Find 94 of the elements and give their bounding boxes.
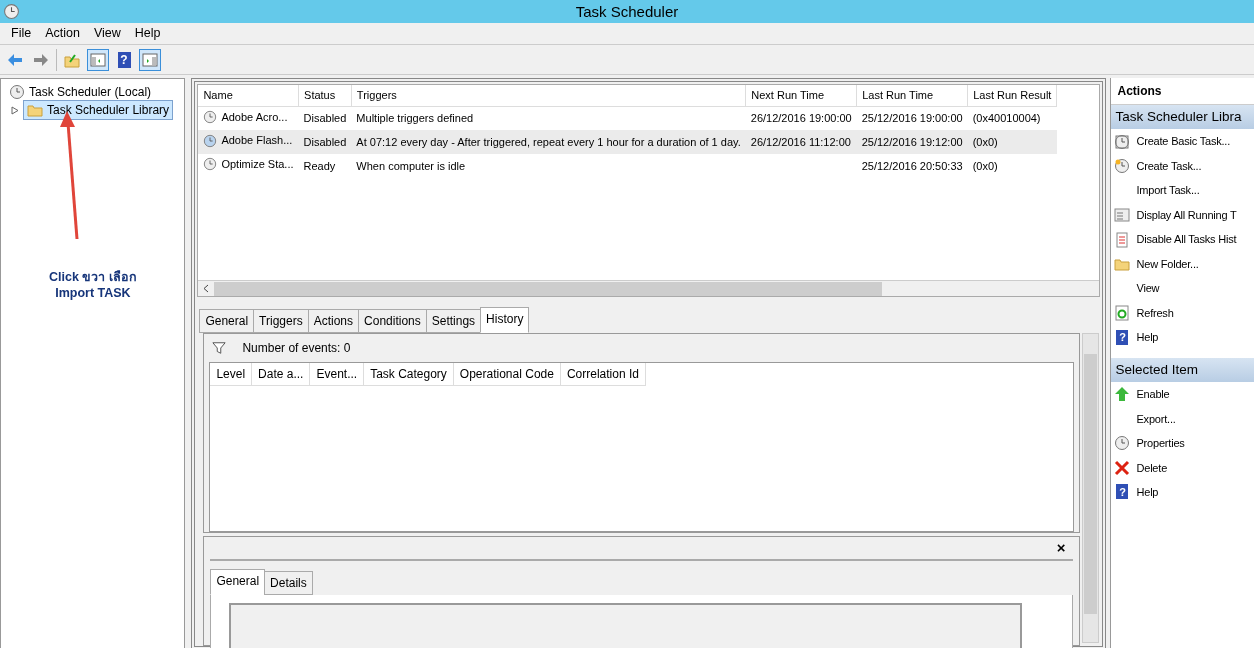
tab[interactable]: Actions bbox=[307, 309, 360, 333]
tab[interactable]: Settings bbox=[425, 309, 482, 333]
pane-command[interactable]: Import Task... bbox=[1136, 182, 1200, 199]
column-header[interactable]: Level bbox=[210, 363, 252, 386]
menu-item[interactable]: Help bbox=[127, 24, 168, 43]
clock-icon bbox=[1114, 133, 1131, 150]
vertical-scrollbar[interactable] bbox=[1082, 333, 1100, 643]
pane-command[interactable]: Disable All Tasks Hist bbox=[1136, 231, 1237, 248]
pane-command[interactable]: Enable bbox=[1136, 386, 1170, 403]
menu-item[interactable]: View bbox=[86, 24, 128, 43]
annotation-text: Import TASK bbox=[54, 285, 132, 301]
column-header[interactable]: Operational Code bbox=[453, 363, 561, 386]
folder-icon bbox=[27, 102, 43, 118]
pane-command[interactable]: Help bbox=[1136, 329, 1159, 346]
pane-icon bbox=[90, 51, 106, 68]
column-header[interactable]: Task Category bbox=[363, 363, 454, 386]
column-header[interactable]: Event... bbox=[309, 363, 364, 386]
pane-icon bbox=[142, 51, 158, 68]
table-cell: 25/12/2016 19:12:00 bbox=[861, 135, 963, 148]
tab[interactable]: Details bbox=[264, 571, 313, 595]
tab[interactable]: Conditions bbox=[358, 309, 427, 333]
clock-icon bbox=[203, 157, 218, 172]
table-cell: When computer is idle bbox=[356, 159, 466, 172]
tab[interactable]: General bbox=[199, 309, 255, 333]
table-cell: Ready bbox=[303, 159, 336, 172]
help-icon: ? bbox=[1116, 484, 1129, 500]
column-header[interactable]: Name bbox=[198, 85, 299, 106]
table-cell: (0x40010004) bbox=[972, 112, 1041, 125]
clock-icon bbox=[9, 84, 25, 100]
clock-icon bbox=[1114, 158, 1131, 174]
table-cell: Disabled bbox=[303, 112, 347, 125]
pane-command[interactable]: Create Basic Task... bbox=[1136, 133, 1231, 150]
horizontal-scrollbar[interactable] bbox=[198, 280, 1100, 296]
toolbar-button[interactable] bbox=[87, 48, 109, 71]
pane-command[interactable]: Refresh bbox=[1136, 304, 1174, 322]
pane-command[interactable]: New Folder... bbox=[1136, 255, 1199, 273]
expand-arrow-icon[interactable] bbox=[11, 105, 19, 115]
scroll-left-icon[interactable] bbox=[203, 284, 210, 293]
table-cell: (0x0) bbox=[972, 159, 998, 172]
tab[interactable]: Triggers bbox=[253, 309, 309, 333]
task-row[interactable]: Adobe Acro... Disabled Multiple triggers defined 26/12/2016 19:00:00 25/12/2016 19:00:00 (0x40010004) bbox=[198, 106, 1057, 131]
column-header[interactable]: Next Run Time bbox=[745, 85, 857, 106]
column-header[interactable]: Last Run Result bbox=[967, 85, 1057, 106]
menu-item[interactable]: Action bbox=[38, 24, 87, 43]
annotation-text: Click ขวา เลือก bbox=[49, 269, 137, 285]
clock-icon bbox=[203, 109, 218, 124]
clock-icon bbox=[203, 133, 218, 148]
section-header[interactable]: Task Scheduler Libra bbox=[1111, 105, 1254, 130]
event-count: Number of events: 0 bbox=[242, 340, 351, 357]
close-button[interactable]: × bbox=[1056, 536, 1066, 560]
clock-icon bbox=[1114, 435, 1131, 452]
folder-icon bbox=[1114, 256, 1131, 272]
forward-arrow-icon bbox=[33, 51, 49, 68]
pane-command[interactable]: Help bbox=[1136, 484, 1159, 501]
clock-icon bbox=[3, 3, 20, 20]
pane-command[interactable]: Create Task... bbox=[1136, 157, 1202, 175]
tree-item[interactable]: Task Scheduler Library bbox=[23, 100, 174, 120]
tab[interactable]: History bbox=[480, 307, 530, 333]
table-cell-text: Adobe Flash... bbox=[221, 133, 293, 149]
pane-command[interactable]: Properties bbox=[1136, 435, 1185, 452]
table-cell-text: Adobe Acro... bbox=[221, 109, 288, 125]
window-title: Task Scheduler bbox=[575, 2, 679, 22]
column-header[interactable]: Correlation Id bbox=[560, 363, 646, 386]
table-cell-text: Optimize Sta... bbox=[221, 157, 294, 172]
pane-command[interactable]: Export... bbox=[1136, 410, 1176, 427]
column-header[interactable]: Status bbox=[298, 85, 352, 106]
list-icon bbox=[1114, 207, 1131, 223]
help-icon: ? bbox=[1116, 329, 1129, 345]
task-row[interactable]: Optimize Sta... Ready When computer is idle 25/12/2016 20:50:33 (0x0) bbox=[198, 154, 1057, 178]
column-header[interactable]: Last Run Time bbox=[856, 85, 968, 106]
column-header[interactable]: Triggers bbox=[351, 85, 746, 106]
table-cell: (0x0) bbox=[972, 135, 998, 148]
menu-item[interactable]: File bbox=[4, 24, 39, 43]
table-cell: Disabled bbox=[303, 135, 347, 148]
pane-command[interactable]: View bbox=[1136, 280, 1160, 297]
pane-command[interactable]: Display All Running T bbox=[1136, 206, 1237, 224]
section-header[interactable]: Selected Item bbox=[1111, 357, 1254, 382]
table-cell: 26/12/2016 19:00:00 bbox=[750, 112, 852, 125]
pane-command[interactable]: Delete bbox=[1136, 459, 1168, 476]
refresh-icon bbox=[1114, 305, 1131, 321]
table-cell: 25/12/2016 19:00:00 bbox=[861, 112, 963, 125]
up-arrow-icon bbox=[1114, 386, 1131, 403]
log-icon bbox=[1114, 231, 1131, 248]
tab[interactable]: General bbox=[210, 569, 266, 595]
delete-icon bbox=[1114, 459, 1131, 476]
table-cell: At 07:12 every day - After triggered, repeat every 1 hour for a duration of 1 day. bbox=[356, 135, 741, 148]
table-cell: 26/12/2016 11:12:00 bbox=[750, 135, 851, 148]
filter-icon bbox=[212, 341, 227, 355]
toolbar-button[interactable] bbox=[139, 48, 161, 71]
column-header[interactable]: Date a... bbox=[251, 363, 310, 386]
table-cell: 25/12/2016 20:50:33 bbox=[861, 159, 963, 172]
tree-item[interactable]: Task Scheduler (Local) bbox=[5, 82, 156, 102]
task-row[interactable]: Adobe Flash... Disabled At 07:12 every day - After triggered, repeat every 1 hour for a duration of 1 day. 26/12/2016 11:12:00 25/12/2016 19:12:00 (0x0) bbox=[198, 130, 1057, 154]
table-cell: Multiple triggers defined bbox=[356, 112, 474, 125]
